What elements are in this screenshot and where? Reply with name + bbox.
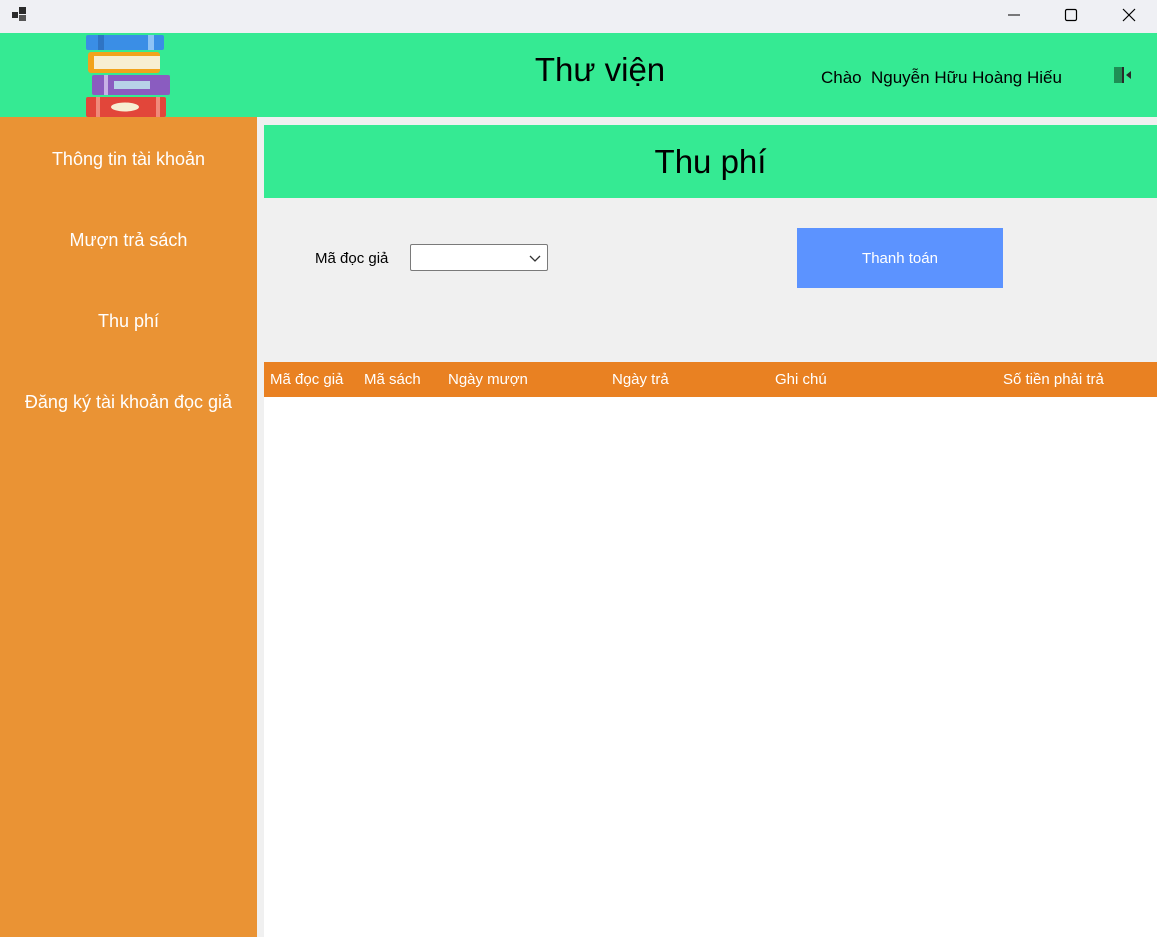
main-top-strip (264, 117, 1157, 125)
user-name: Nguyễn Hữu Hoàng Hiếu (871, 68, 1062, 87)
section-title: Thu phí (264, 125, 1157, 198)
minimize-button[interactable] (985, 0, 1043, 30)
sidebar-divider (257, 117, 264, 937)
book-stack-icon (86, 35, 170, 117)
column-header-note[interactable]: Ghi chú (775, 362, 827, 397)
sidebar-item-account-info[interactable]: Thông tin tài khoản (0, 139, 257, 179)
column-header-book-id[interactable]: Mã sách (364, 362, 421, 397)
app-title: Thư viện (534, 51, 666, 88)
app-window-icon (12, 7, 26, 21)
window-title-bar (0, 0, 1157, 33)
reader-id-select[interactable] (410, 244, 548, 271)
column-header-return-date[interactable]: Ngày trả (612, 362, 669, 397)
sidebar-item-register-reader[interactable]: Đăng ký tài khoản đọc giả (0, 382, 257, 422)
sidebar-item-borrow-return[interactable]: Mượn trả sách (0, 220, 257, 260)
column-header-borrow-date[interactable]: Ngày mượn (448, 362, 528, 397)
column-header-amount-due[interactable]: Số tiền phải trả (1003, 362, 1104, 397)
column-header-reader-id[interactable]: Mã đọc giả (270, 362, 343, 397)
logout-icon[interactable] (1112, 65, 1134, 85)
chevron-down-icon (529, 255, 541, 262)
fees-table-header: Mã đọc giả Mã sách Ngày mượn Ngày trả Gh… (264, 362, 1157, 397)
maximize-button[interactable] (1042, 0, 1100, 30)
reader-id-label: Mã đọc giả (315, 250, 389, 267)
filter-panel (264, 198, 1157, 362)
close-button[interactable] (1100, 0, 1157, 30)
fees-table-body (264, 397, 1157, 937)
pay-button[interactable]: Thanh toán (797, 228, 1003, 288)
greeting-label: Chào (821, 68, 862, 87)
close-icon (1122, 8, 1136, 22)
minimize-icon (1008, 14, 1020, 16)
maximize-icon (1064, 8, 1078, 22)
sidebar-item-fees[interactable]: Thu phí (0, 301, 257, 341)
app-header: Thư viện Chào Nguyễn Hữu Hoàng Hiếu (0, 33, 1157, 117)
